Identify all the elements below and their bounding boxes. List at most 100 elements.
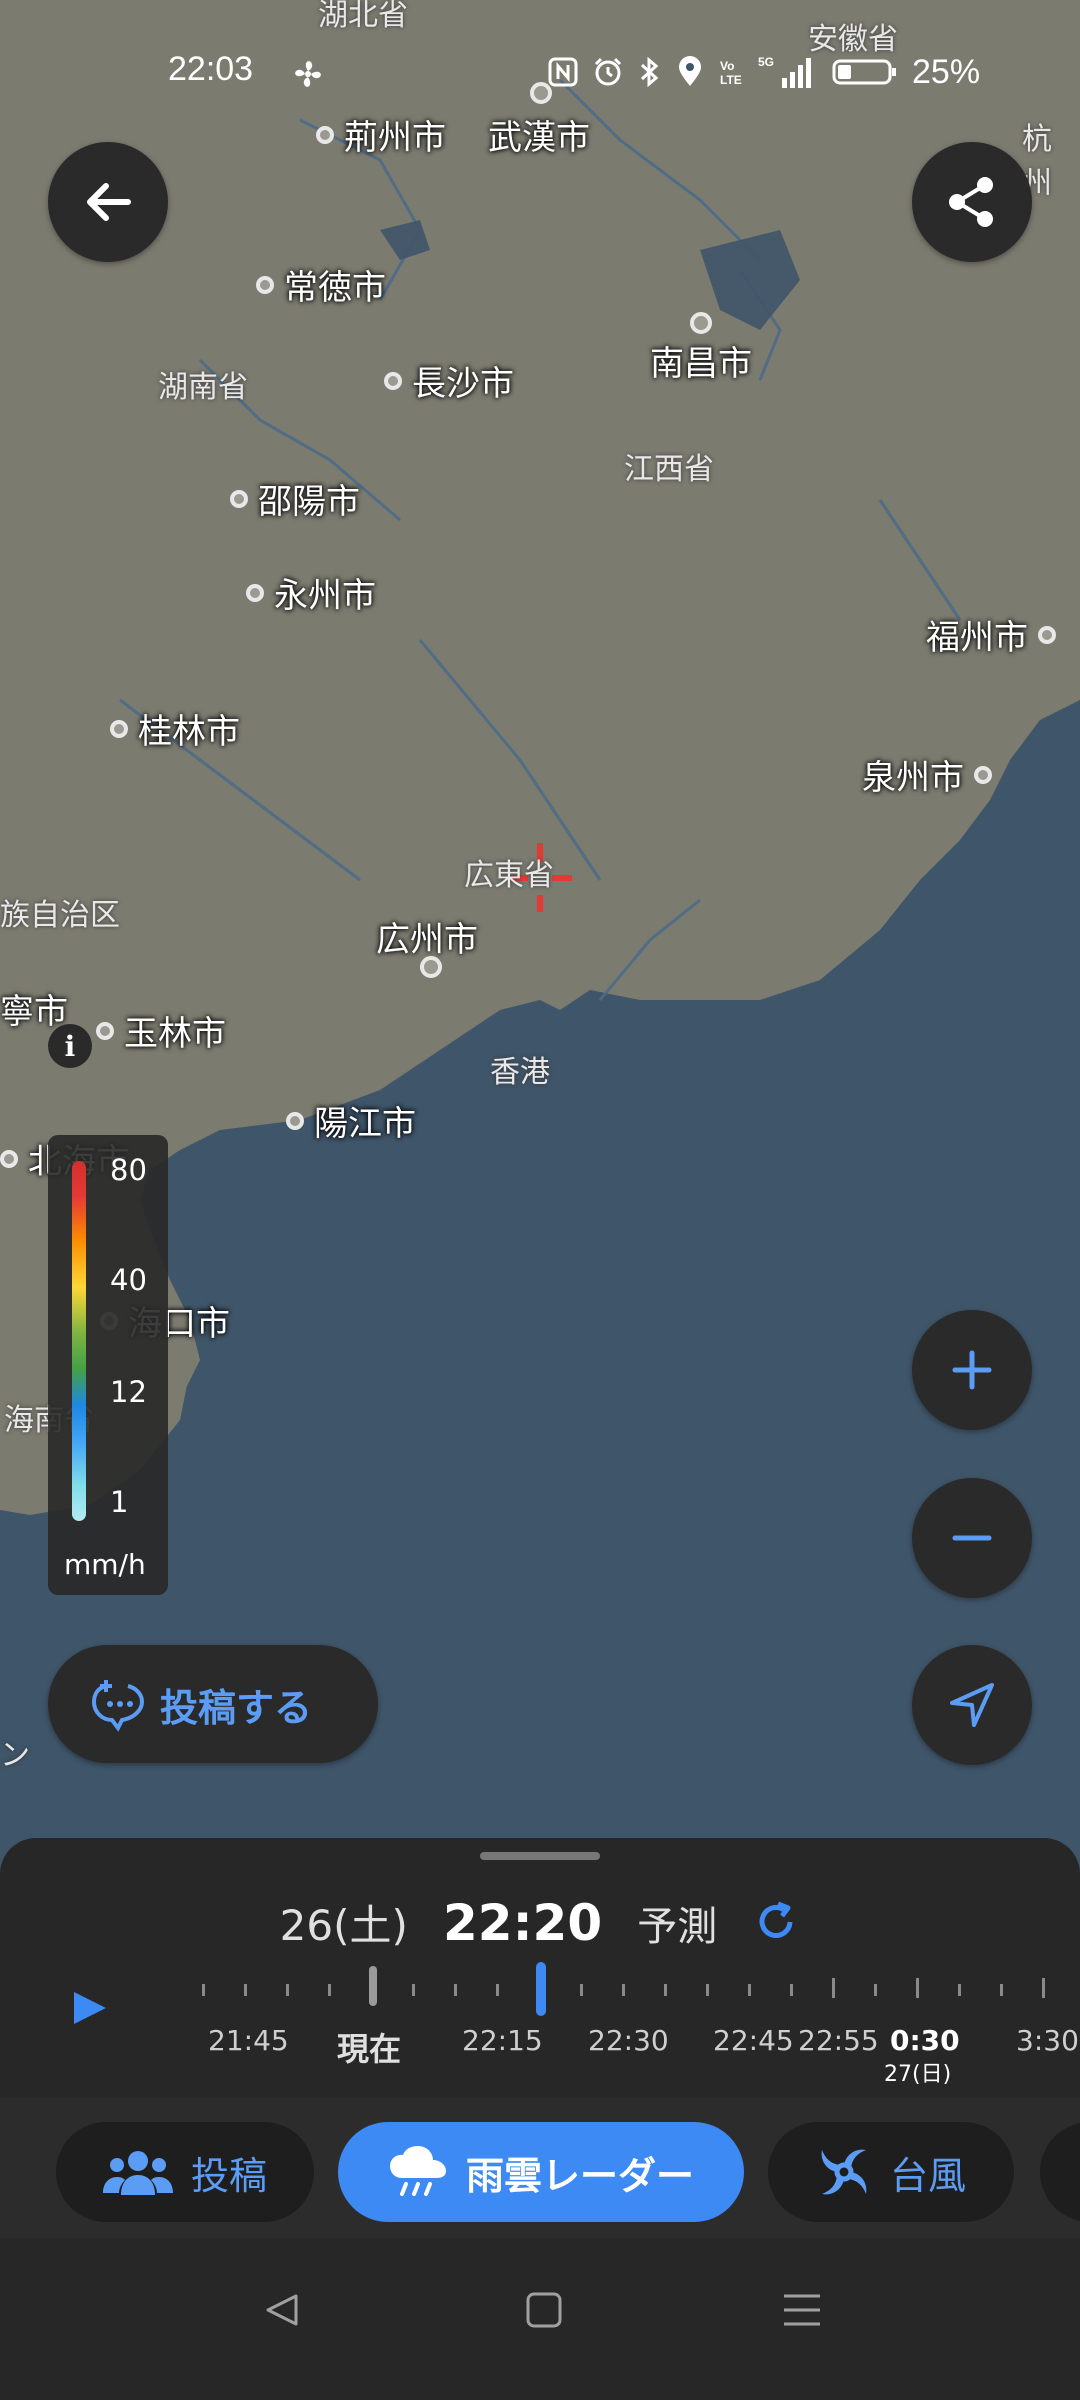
post-button-label: 投稿する (160, 1685, 313, 1730)
timeline-tick (832, 1978, 835, 1998)
time-header: 26(土) 22:20 予測 (0, 1892, 1080, 1953)
region-label: 香港 (490, 1055, 550, 1090)
timeline-tick (958, 1984, 961, 1996)
city-marker: 福州市 (926, 610, 1056, 659)
people-icon (102, 2151, 173, 2195)
timeline-tick (664, 1984, 667, 1996)
province-label: 湖南省 (158, 370, 248, 405)
region-label: 族自治区 (0, 898, 120, 933)
share-button[interactable] (912, 142, 1032, 262)
city-marker: 邵陽市 (230, 474, 360, 523)
plus-icon (952, 1350, 992, 1390)
my-location-button[interactable] (912, 1645, 1032, 1765)
menu-nav-icon[interactable] (782, 2292, 822, 2328)
volte-icon: VoLTE (720, 59, 742, 87)
status-time: 22:03 (168, 50, 254, 88)
city-marker: 広州市 (376, 920, 478, 960)
city-marker: 寧市 (0, 992, 68, 1032)
location-icon (679, 56, 701, 86)
timeline-label-now: 現在 (337, 2030, 402, 2068)
tab-rain-radar-label: 雨雲レーダー (465, 2153, 694, 2198)
svg-text:5G: 5G (758, 55, 774, 69)
home-nav-icon[interactable] (524, 2290, 564, 2330)
city-marker: 長沙市 (384, 356, 514, 405)
zoom-out-button[interactable] (912, 1478, 1032, 1598)
svg-text:Vo: Vo (720, 59, 734, 73)
nfc-icon (548, 57, 578, 87)
city-marker: 陽江市 (286, 1096, 416, 1145)
timeline-tick (412, 1984, 415, 1996)
bluetooth-icon (640, 56, 659, 88)
status-icons: Vo LTE 5G 25% (548, 52, 980, 92)
rain-legend: 80 40 12 1 mm/h (48, 1135, 168, 1595)
typhoon-icon (821, 2149, 867, 2195)
city-marker: 桂林市 (110, 704, 240, 753)
timeline-tick (1000, 1984, 1003, 1996)
timeline-tick (706, 1984, 709, 1996)
province-label: 広東省 (464, 858, 554, 893)
zoom-in-button[interactable] (912, 1310, 1032, 1430)
timeline-tick (496, 1984, 499, 1996)
share-icon (949, 177, 993, 227)
system-nav-bar (0, 2240, 1080, 2400)
tab-rain-radar[interactable]: 雨雲レーダー (338, 2122, 744, 2222)
timeline-next-day: 27(日) (884, 2062, 952, 2087)
forecast-label: 予測 (637, 1904, 718, 1950)
timeline-tick (748, 1984, 751, 1996)
post-button[interactable]: 投稿する (48, 1645, 378, 1763)
timeline-tick (286, 1984, 289, 1996)
timeline-label: 22:45 (713, 2024, 794, 2057)
city-dot (690, 312, 712, 334)
legend-unit: mm/h (64, 1548, 146, 1581)
region-label: ン (0, 1738, 30, 1773)
drag-handle[interactable] (480, 1852, 600, 1860)
now-marker (369, 1966, 377, 2006)
back-button[interactable] (48, 142, 168, 262)
legend-tick: 40 (110, 1263, 147, 1297)
timeline-slider-thumb[interactable] (536, 1962, 546, 2016)
arrow-left-icon (87, 183, 131, 221)
timeline-label: 0:30 (890, 2024, 960, 2057)
city-marker: 南昌市 (650, 344, 752, 384)
tab-posts-label: 投稿 (190, 2153, 267, 2198)
timeline-tick (244, 1984, 247, 1996)
date-label: 26(土) (279, 1901, 408, 1950)
refresh-icon[interactable] (752, 1898, 800, 1946)
timeline-tick (580, 1984, 583, 1996)
svg-text:LTE: LTE (720, 73, 742, 87)
timeline-tick (202, 1984, 205, 1996)
signal-icon: 5G (758, 55, 811, 88)
timeline-tick (328, 1984, 331, 1996)
tab-typhoon[interactable]: 台風 (768, 2122, 1014, 2222)
alarm-icon (594, 57, 622, 86)
timeline-label: 22:15 (462, 2024, 543, 2057)
timeline-tick (1042, 1978, 1045, 1998)
legend-tick: 80 (110, 1153, 147, 1187)
legend-tick: 12 (110, 1375, 147, 1409)
info-icon[interactable]: i (48, 1024, 92, 1068)
current-time-label: 22:20 (442, 1894, 603, 1952)
chat-bubble-plus-icon (91, 1680, 145, 1732)
timeline-label: 22:30 (588, 2024, 669, 2057)
city-marker: 玉林市 (96, 1006, 226, 1055)
play-icon[interactable] (70, 1988, 110, 2028)
city-dot (420, 956, 442, 978)
back-nav-icon[interactable] (262, 2290, 302, 2330)
city-marker: 泉州市 (862, 750, 992, 799)
timeline-label: 21:45 (208, 2024, 289, 2057)
battery-percent: 25% (912, 52, 981, 91)
timeline-tick (622, 1984, 625, 1996)
legend-tick: 1 (110, 1485, 129, 1519)
city-marker: 常徳市 (256, 260, 386, 309)
province-label: 江西省 (624, 452, 714, 487)
city-marker: 永州市 (246, 568, 376, 617)
timeline-tick (874, 1984, 877, 1996)
timeline-tick (454, 1984, 457, 1996)
battery-icon (832, 59, 896, 85)
status-bar: 22:03 Vo LTE 5G 25% (0, 0, 1080, 140)
tab-posts[interactable]: 投稿 (56, 2122, 314, 2222)
timeline-label: 3:30 (1016, 2024, 1079, 2057)
timeline-label: 22:55 (798, 2024, 879, 2057)
minus-icon (952, 1535, 992, 1541)
cloud-rain-icon (389, 2146, 446, 2196)
